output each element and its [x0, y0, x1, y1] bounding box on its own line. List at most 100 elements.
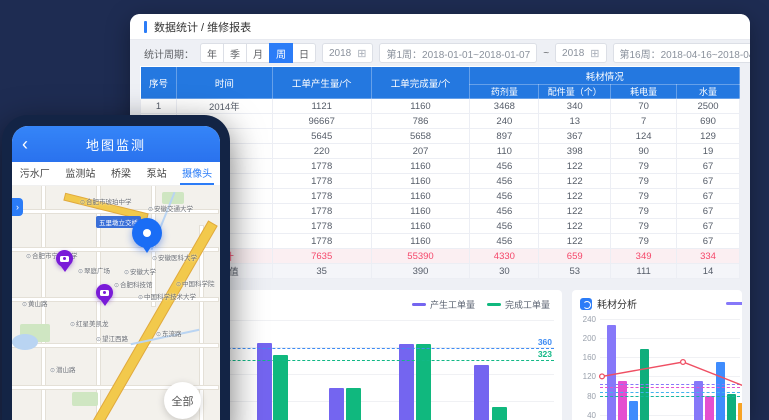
tab-桥梁[interactable]: 桥梁: [109, 162, 133, 185]
table-row: 177811604561227967: [141, 219, 740, 234]
week-end-input[interactable]: 第16周：2018-04-16~2018-04-22: [613, 43, 751, 63]
table-row: 177811604561227967: [141, 159, 740, 174]
breadcrumb-marker: [144, 21, 147, 33]
table-cell: 1778: [272, 234, 371, 249]
poi-icon: ⊙: [70, 322, 75, 328]
table-cell: 2014年: [176, 99, 272, 114]
app-tab-bar: 污水厂监测站桥梁泵站摄像头: [12, 162, 220, 186]
table-cell: 1160: [371, 219, 470, 234]
legend-item[interactable]: 产生工单量: [412, 298, 475, 311]
table-cell: 13: [539, 114, 611, 129]
year-end-select[interactable]: 2018 ⊞: [555, 43, 606, 63]
period-option-日[interactable]: 日: [292, 43, 316, 63]
table-cell: 67: [677, 174, 740, 189]
poi-text: 中国科学院: [182, 281, 215, 288]
y-axis-tick: 40: [572, 411, 596, 420]
period-segmented-control: 年季月周日: [200, 43, 316, 63]
map-poi-label: ⊙中国科学技术大学: [138, 291, 196, 301]
poi-icon: ⊙: [176, 282, 181, 288]
sub-column-header: 药剂量: [470, 85, 539, 99]
week-start-input[interactable]: 第1周：2018-01-01~2018-01-07: [379, 43, 537, 63]
table-cell: 2500: [677, 99, 740, 114]
legend-swatch: [487, 303, 501, 306]
app-title: 地图监测: [86, 135, 146, 154]
tab-摄像头[interactable]: 摄像头: [180, 162, 214, 185]
table-row: 177811604561227967: [141, 234, 740, 249]
column-header: 序号: [141, 67, 177, 99]
table-cell: 67: [677, 204, 740, 219]
poi-icon: ⊙: [138, 295, 143, 301]
map-poi-label: ⊙安徽医科大学: [152, 252, 197, 262]
bar-产生工单量-g4: [474, 365, 489, 420]
poi-text: 黄山路: [28, 301, 48, 308]
legend-swatch: [412, 303, 426, 306]
poi-icon: ⊙: [152, 256, 157, 262]
table-cell: 79: [611, 189, 677, 204]
panel-toggle-button[interactable]: ›: [12, 198, 23, 216]
table-cell: 70: [611, 99, 677, 114]
table-cell: 122: [539, 204, 611, 219]
map-view[interactable]: ⊙合肥市琥珀中学⊙安徽交通大学⊙安徽医科大学⊙合肥市宁溪小学⊙翠庭广场⊙安徽大学…: [12, 186, 220, 420]
table-cell: 53: [539, 264, 611, 279]
poi-icon: ⊙: [148, 207, 153, 213]
y-axis-tick: 240: [572, 315, 596, 324]
table-row: 96667786240137690: [141, 114, 740, 129]
breadcrumb-text: 数据统计 / 维修报表: [154, 19, 251, 35]
table-cell: 7: [611, 114, 677, 129]
table-cell: 1160: [371, 234, 470, 249]
period-option-月[interactable]: 月: [246, 43, 270, 63]
bar-series-blue-g1: [629, 401, 638, 420]
legend-item[interactable]: 完成工单量: [487, 298, 550, 311]
camera-pin-tail: [100, 299, 110, 306]
table-cell: 129: [677, 129, 740, 144]
year-start-select[interactable]: 2018 ⊞: [322, 43, 373, 63]
table-header: 序号时间工单产生量/个工单完成量/个耗材情况药剂量配件量（个）耗电量水量: [141, 67, 740, 99]
map-poi-label: ⊙中国科学院: [176, 278, 215, 288]
tab-污水厂[interactable]: 污水厂: [18, 162, 52, 185]
table-cell: 55390: [371, 249, 470, 264]
chart-header: 耗材分析: [580, 296, 637, 311]
poi-text: 合肥市琥珀中学: [86, 199, 132, 206]
table-cell: 897: [470, 129, 539, 144]
poi-icon: ⊙: [26, 254, 31, 260]
bar-完成工单量-g4: [492, 407, 507, 420]
bar-series-green-g2: [727, 394, 736, 420]
table-cell: 1160: [371, 99, 470, 114]
table-cell: 122: [539, 234, 611, 249]
tab-泵站[interactable]: 泵站: [145, 162, 169, 185]
map-poi-label: ⊙合肥科技馆: [114, 279, 153, 289]
poi-text: 安徽交通大学: [154, 206, 193, 213]
table-cell: 240: [470, 114, 539, 129]
table-cell: 456: [470, 204, 539, 219]
poi-icon: ⊙: [50, 368, 55, 374]
poi-icon: ⊙: [80, 200, 85, 206]
bar-完成工单量-g1: [273, 355, 288, 420]
poi-text: 东流路: [162, 331, 182, 338]
period-option-季[interactable]: 季: [223, 43, 247, 63]
table-cell: 207: [371, 144, 470, 159]
tab-监测站[interactable]: 监测站: [63, 162, 97, 185]
period-option-年[interactable]: 年: [200, 43, 224, 63]
table-cell: 79: [611, 159, 677, 174]
back-icon[interactable]: ‹: [22, 135, 28, 153]
table-cell: 398: [539, 144, 611, 159]
chart-legend-clipped: [726, 302, 742, 305]
chart-title: 耗材分析: [597, 296, 637, 311]
column-header: 工单产生量/个: [272, 67, 371, 99]
table-cell: 340: [539, 99, 611, 114]
table-cell: 5658: [371, 129, 470, 144]
table-cell: 456: [470, 174, 539, 189]
selected-camera-pin[interactable]: [132, 218, 162, 248]
map-road: [12, 344, 218, 347]
app-header: ‹ 地图监测: [12, 126, 220, 162]
table-cell: 122: [539, 159, 611, 174]
table-cell: 456: [470, 219, 539, 234]
sub-column-header: 水量: [677, 85, 740, 99]
period-option-周[interactable]: 周: [269, 43, 293, 63]
map-poi-label: ⊙黄山路: [22, 298, 48, 308]
all-filter-button[interactable]: 全部: [164, 382, 201, 419]
poi-text: 安徽大学: [130, 269, 156, 276]
table-cell: 367: [539, 129, 611, 144]
map-lake: [12, 334, 38, 350]
poi-icon: ⊙: [124, 270, 129, 276]
